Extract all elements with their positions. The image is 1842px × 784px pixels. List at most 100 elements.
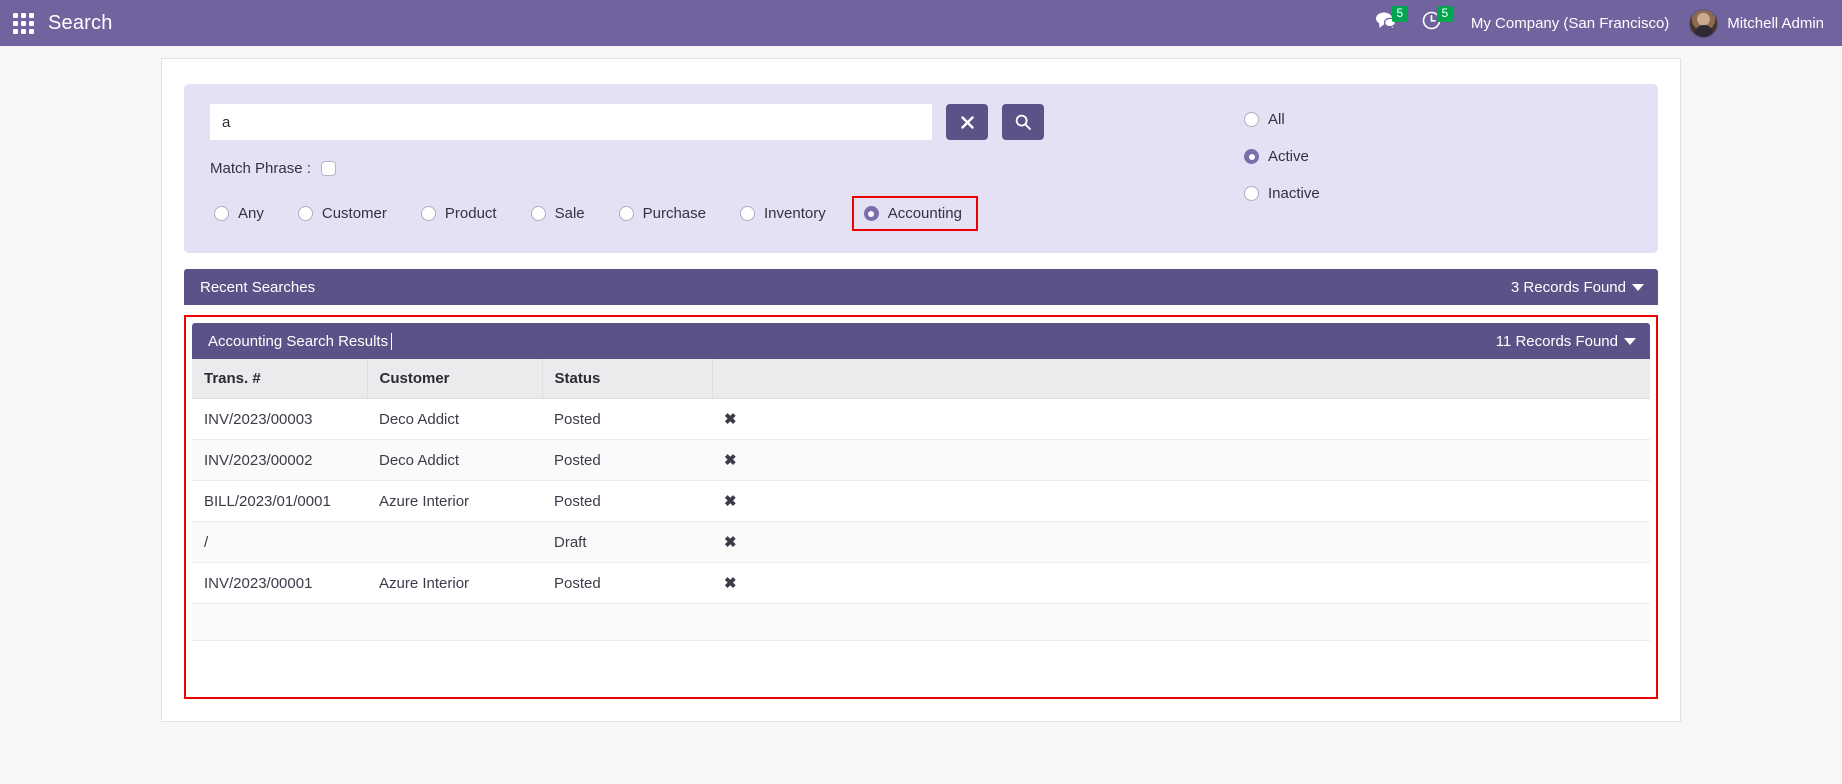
state-radio-group: All Active Inactive [1240, 104, 1324, 205]
cell-trans: INV/2023/00002 [192, 439, 367, 481]
radio-active[interactable]: Active [1240, 145, 1324, 168]
radio-purchase[interactable]: Purchase [615, 202, 710, 225]
radio-label-inventory: Inventory [764, 205, 826, 222]
close-icon [960, 115, 974, 129]
filler-cell [192, 603, 367, 641]
delete-row-icon[interactable]: ✖ [712, 562, 1650, 604]
radio-sale[interactable]: Sale [527, 202, 589, 225]
cell-customer: Azure Interior [367, 480, 542, 522]
top-navbar: Search 5 5 My Company (San Francisco) Mi… [0, 0, 1842, 46]
cell-trans: / [192, 521, 367, 563]
delete-row-icon[interactable]: ✖ [712, 398, 1650, 440]
activities-menu[interactable]: 5 [1412, 0, 1457, 46]
radio-product[interactable]: Product [417, 202, 501, 225]
user-menu[interactable]: Mitchell Admin [1683, 8, 1824, 38]
chevron-down-icon [1624, 337, 1636, 345]
table-row[interactable]: INV/2023/00001 Azure Interior Posted ✖ [192, 562, 1650, 604]
radio-button-any[interactable] [214, 206, 229, 221]
match-phrase-label: Match Phrase : [210, 160, 311, 177]
cell-status: Draft [542, 521, 712, 563]
messages-badge: 5 [1391, 6, 1408, 22]
radio-label-any: Any [238, 205, 264, 222]
search-filter-panel: Match Phrase : Any Customer Product [184, 84, 1658, 253]
recent-searches-count: 3 Records Found [1510, 278, 1626, 296]
filler-cell [712, 603, 1650, 641]
radio-any[interactable]: Any [210, 202, 268, 225]
column-header-trans[interactable]: Trans. # [192, 359, 368, 399]
avatar [1689, 8, 1719, 38]
cell-status: Posted [542, 480, 712, 522]
recent-searches-header[interactable]: Recent Searches 3 Records Found [184, 269, 1658, 305]
filter-panel-left: Match Phrase : Any Customer Product [210, 104, 1240, 231]
accounting-results-header[interactable]: Accounting Search Results 11 Records Fou… [192, 323, 1650, 359]
search-input[interactable] [210, 104, 932, 140]
radio-button-active[interactable] [1244, 149, 1259, 164]
recent-searches-title: Recent Searches [200, 278, 316, 296]
radio-label-accounting: Accounting [887, 205, 962, 222]
radio-label-inactive: Inactive [1268, 185, 1320, 202]
company-switcher[interactable]: My Company (San Francisco) [1457, 15, 1683, 32]
content-sheet: Match Phrase : Any Customer Product [161, 58, 1681, 722]
radio-inactive[interactable]: Inactive [1240, 182, 1324, 205]
cell-status: Posted [542, 439, 712, 481]
messages-menu[interactable]: 5 [1365, 0, 1412, 46]
cell-customer: Deco Addict [367, 398, 542, 440]
page-body: Match Phrase : Any Customer Product [0, 46, 1842, 784]
cell-trans: INV/2023/00003 [192, 398, 367, 440]
delete-row-icon[interactable]: ✖ [712, 521, 1650, 563]
radio-button-inactive[interactable] [1244, 186, 1259, 201]
chevron-down-icon [1632, 283, 1644, 291]
table-row[interactable]: INV/2023/00003 Deco Addict Posted ✖ [192, 398, 1650, 440]
cell-status: Posted [542, 398, 712, 440]
recent-searches-count-toggle[interactable]: 3 Records Found [1511, 279, 1644, 296]
results-header-row: Trans. # Customer Status [192, 359, 1650, 399]
recent-searches-section: Recent Searches 3 Records Found [184, 269, 1658, 305]
accounting-results-count-toggle[interactable]: 11 Records Found [1496, 333, 1636, 350]
app-brand-title[interactable]: Search [48, 12, 113, 35]
radio-button-accounting[interactable] [863, 206, 879, 221]
radio-button-all[interactable] [1244, 112, 1259, 127]
cell-trans: INV/2023/00001 [192, 562, 367, 604]
radio-button-sale[interactable] [530, 206, 546, 221]
table-row[interactable]: BILL/2023/01/0001 Azure Interior Posted … [192, 480, 1650, 522]
match-phrase-checkbox[interactable] [320, 161, 336, 176]
delete-row-icon[interactable]: ✖ [712, 480, 1650, 522]
accounting-results-title-wrap: Accounting Search Results [208, 332, 393, 350]
column-header-status[interactable]: Status [542, 359, 713, 399]
cell-customer: Azure Interior [367, 562, 542, 604]
filler-cell [542, 603, 712, 641]
radio-button-product[interactable] [420, 206, 436, 221]
results-table-head: Trans. # Customer Status [192, 359, 1650, 399]
column-header-actions [712, 359, 1650, 399]
results-area: Recent Searches 3 Records Found Accounti… [184, 269, 1658, 699]
table-row[interactable]: INV/2023/00002 Deco Addict Posted ✖ [192, 439, 1650, 481]
accounting-results-count: 11 Records Found [1495, 332, 1618, 350]
radio-button-inventory[interactable] [740, 206, 755, 221]
radio-customer[interactable]: Customer [294, 202, 391, 225]
accounting-results-table: Trans. # Customer Status INV/2023/00003 … [192, 359, 1650, 641]
radio-all[interactable]: All [1240, 108, 1324, 131]
radio-label-active: Active [1268, 148, 1309, 165]
match-phrase-row: Match Phrase : [210, 160, 1240, 177]
apps-grid-icon[interactable] [10, 10, 36, 36]
model-radio-group: Any Customer Product Sale Purchase Inven… [210, 196, 1240, 231]
text-cursor [391, 332, 393, 350]
radio-button-customer[interactable] [297, 206, 313, 221]
cell-customer: Deco Addict [367, 439, 542, 481]
results-table-body: INV/2023/00003 Deco Addict Posted ✖ INV/… [192, 398, 1650, 641]
radio-inventory[interactable]: Inventory [736, 202, 830, 225]
column-header-customer[interactable]: Customer [367, 359, 543, 399]
radio-label-product: Product [444, 205, 497, 222]
filler-cell [367, 603, 542, 641]
radio-accounting[interactable]: Accounting [851, 196, 978, 231]
radio-button-purchase[interactable] [618, 206, 634, 221]
navbar-right-area: 5 5 My Company (San Francisco) Mitchell … [1365, 0, 1824, 46]
user-name-label: Mitchell Admin [1727, 14, 1824, 32]
accounting-results-title: Accounting Search Results [208, 332, 389, 350]
clear-search-button[interactable] [946, 104, 988, 140]
table-row[interactable]: / Draft ✖ [192, 521, 1650, 563]
cell-customer [367, 521, 542, 563]
search-button[interactable] [1002, 104, 1044, 140]
delete-row-icon[interactable]: ✖ [712, 439, 1650, 481]
results-bottom-space [192, 641, 1650, 691]
